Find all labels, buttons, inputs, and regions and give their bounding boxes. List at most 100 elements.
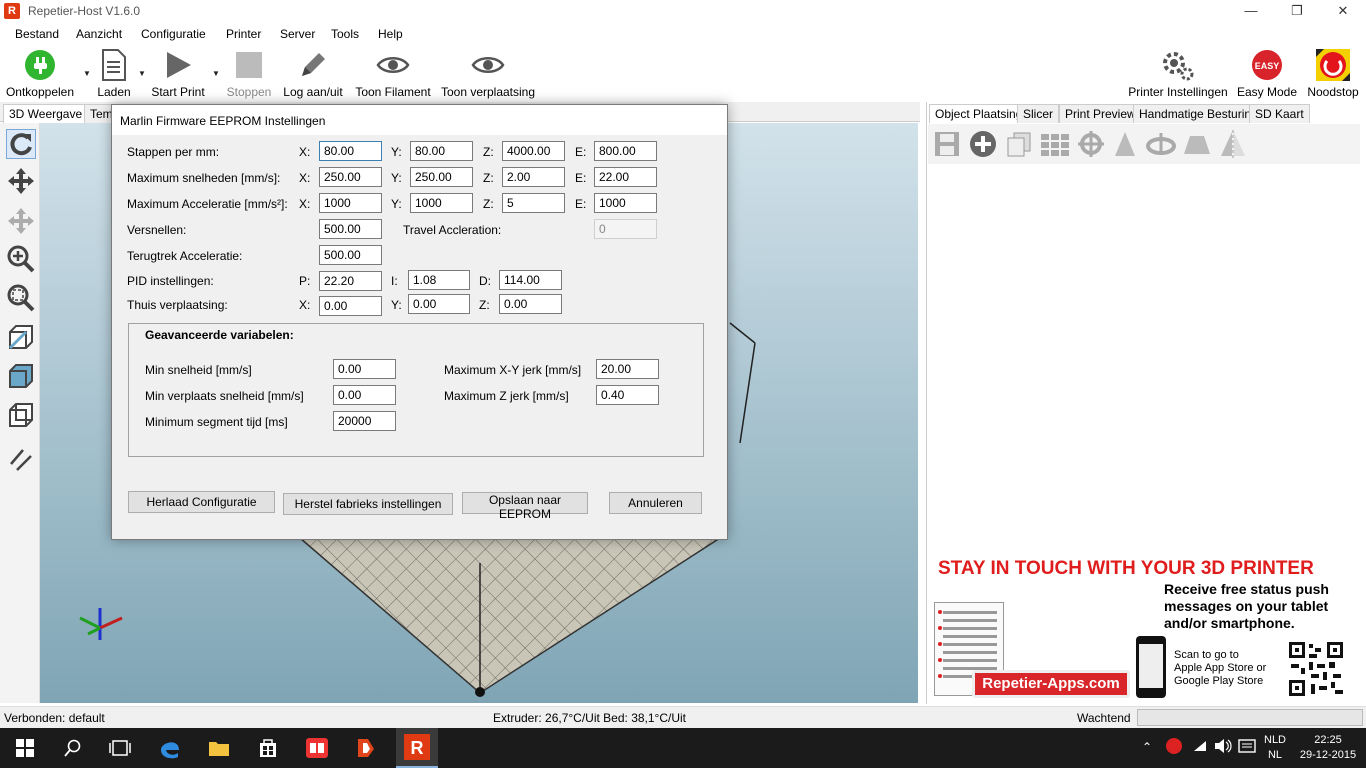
acceleration-input[interactable] bbox=[319, 219, 382, 239]
front-view-icon[interactable] bbox=[6, 322, 36, 352]
tab-manual-control[interactable]: Handmatige Besturing bbox=[1133, 104, 1264, 123]
language-indicator[interactable]: NLD NL bbox=[1264, 733, 1286, 763]
file-explorer-icon[interactable] bbox=[206, 736, 232, 760]
minimize-button[interactable]: — bbox=[1228, 0, 1274, 23]
max-speed-e-input[interactable] bbox=[594, 167, 657, 187]
search-icon[interactable] bbox=[60, 736, 86, 760]
max-acceleration-label: Maximum Acceleratie [mm/s²]: bbox=[127, 197, 288, 211]
log-toggle-button[interactable]: Log aan/uit bbox=[281, 49, 345, 99]
cancel-button[interactable]: Annuleren bbox=[609, 492, 702, 514]
max-acc-e-input[interactable] bbox=[594, 193, 657, 213]
stop-button[interactable]: Stoppen bbox=[226, 49, 272, 99]
start-dropdown-icon[interactable]: ▼ bbox=[212, 69, 220, 78]
printer-settings-button[interactable]: Printer Instellingen bbox=[1127, 49, 1229, 99]
scale-icon[interactable] bbox=[1110, 130, 1140, 158]
start-print-button[interactable]: Start Print bbox=[150, 49, 206, 99]
tab-sd-card[interactable]: SD Kaart bbox=[1249, 104, 1310, 123]
arrange-icon[interactable] bbox=[1040, 130, 1070, 158]
volume-icon[interactable] bbox=[1214, 739, 1232, 756]
menu-file[interactable]: Bestand bbox=[15, 27, 59, 41]
home-z-input[interactable] bbox=[499, 294, 562, 314]
max-acc-z-input[interactable] bbox=[502, 193, 565, 213]
axis-gizmo-icon bbox=[79, 608, 123, 640]
retract-acceleration-label: Terugtrek Acceleratie: bbox=[127, 249, 243, 263]
factory-reset-button[interactable]: Herstel fabrieks instellingen bbox=[283, 493, 453, 515]
mirror-icon[interactable] bbox=[1218, 130, 1248, 158]
max-acc-y-input[interactable] bbox=[410, 193, 473, 213]
windows-start-icon[interactable] bbox=[12, 736, 38, 760]
max-xy-jerk-input[interactable] bbox=[596, 359, 659, 379]
side-view-icon[interactable] bbox=[6, 400, 36, 430]
maximize-button[interactable]: ❐ bbox=[1274, 0, 1320, 23]
menu-help[interactable]: Help bbox=[378, 27, 403, 41]
load-button[interactable]: Laden bbox=[95, 49, 133, 99]
add-object-icon[interactable] bbox=[968, 130, 998, 158]
zoom-fit-icon[interactable] bbox=[6, 283, 36, 313]
tab-3d-view[interactable]: 3D Weergave bbox=[3, 104, 89, 124]
emergency-stop-button[interactable]: Noodstop bbox=[1304, 49, 1362, 99]
save-eeprom-button[interactable]: Opslaan naar EEPROM bbox=[462, 492, 588, 521]
reader-app-icon[interactable] bbox=[304, 736, 330, 760]
steps-z-input[interactable] bbox=[502, 141, 565, 161]
wifi-icon[interactable] bbox=[1192, 739, 1208, 756]
notifications-icon[interactable] bbox=[1238, 739, 1256, 758]
home-x-input[interactable] bbox=[319, 296, 382, 316]
toolbar: Ontkoppelen ▼ Laden ▼ Start Print ▼ Stop… bbox=[0, 45, 1366, 101]
cut-object-icon[interactable] bbox=[1182, 130, 1212, 158]
disconnect-button[interactable]: Ontkoppelen bbox=[4, 49, 76, 99]
load-dropdown-icon[interactable]: ▼ bbox=[138, 69, 146, 78]
easy-mode-button[interactable]: EASY Easy Mode bbox=[1236, 49, 1298, 99]
save-icon[interactable] bbox=[932, 130, 962, 158]
max-speed-x-input[interactable] bbox=[319, 167, 382, 187]
steps-y-input[interactable] bbox=[410, 141, 473, 161]
parallel-view-icon[interactable] bbox=[6, 445, 36, 475]
pid-p-input[interactable] bbox=[319, 271, 382, 291]
repetier-host-taskbar-icon[interactable]: R bbox=[396, 728, 438, 768]
zoom-in-icon[interactable] bbox=[6, 244, 36, 274]
tray-app-icon[interactable] bbox=[1166, 738, 1182, 754]
tray-chevron-icon[interactable]: ⌃ bbox=[1142, 740, 1152, 754]
menu-tools[interactable]: Tools bbox=[331, 27, 359, 41]
min-segment-input[interactable] bbox=[333, 411, 396, 431]
menu-config[interactable]: Configuratie bbox=[141, 27, 206, 41]
connect-dropdown-icon[interactable]: ▼ bbox=[83, 69, 91, 78]
min-speed-input[interactable] bbox=[333, 359, 396, 379]
top-view-icon[interactable] bbox=[6, 361, 36, 391]
menu-server[interactable]: Server bbox=[280, 27, 315, 41]
move-icon[interactable] bbox=[6, 166, 36, 196]
edge-browser-icon[interactable] bbox=[157, 736, 183, 760]
max-speed-z-input[interactable] bbox=[502, 167, 565, 187]
menu-view[interactable]: Aanzicht bbox=[76, 27, 122, 41]
show-filament-button[interactable]: Toon Filament bbox=[354, 49, 432, 99]
reload-config-button[interactable]: Herlaad Configuratie bbox=[128, 491, 275, 513]
menu-printer[interactable]: Printer bbox=[226, 27, 261, 41]
store-icon[interactable] bbox=[255, 736, 281, 760]
move-object-icon[interactable] bbox=[6, 206, 36, 236]
close-button[interactable]: ✕ bbox=[1320, 0, 1366, 23]
min-travel-speed-label: Min verplaats snelheid [mm/s] bbox=[145, 389, 304, 403]
repetier-apps-ad[interactable]: STAY IN TOUCH WITH YOUR 3D PRINTER Repet… bbox=[930, 552, 1362, 702]
task-view-icon[interactable] bbox=[107, 736, 133, 760]
max-acc-x-input[interactable] bbox=[319, 193, 382, 213]
rotate-object-icon[interactable] bbox=[1146, 130, 1176, 158]
min-travel-speed-input[interactable] bbox=[333, 385, 396, 405]
tab-object-placement[interactable]: Object Plaatsing bbox=[929, 104, 1029, 123]
show-travel-button[interactable]: Toon verplaatsing bbox=[440, 49, 536, 99]
pid-d-input[interactable] bbox=[499, 270, 562, 290]
tab-print-preview[interactable]: Print Preview bbox=[1059, 104, 1142, 123]
steps-x-input[interactable] bbox=[319, 141, 382, 161]
retract-acceleration-input[interactable] bbox=[319, 245, 382, 265]
max-speed-y-input[interactable] bbox=[410, 167, 473, 187]
rotate-icon[interactable] bbox=[6, 129, 36, 159]
max-z-jerk-input[interactable] bbox=[596, 385, 659, 405]
home-y-input[interactable] bbox=[408, 294, 470, 314]
center-object-icon[interactable] bbox=[1076, 130, 1106, 158]
steps-e-input[interactable] bbox=[594, 141, 657, 161]
clock[interactable]: 22:25 29-12-2015 bbox=[1296, 733, 1360, 763]
slicer-app-icon[interactable] bbox=[353, 736, 379, 760]
tab-slicer[interactable]: Slicer bbox=[1017, 104, 1060, 123]
pid-i-input[interactable] bbox=[408, 270, 470, 290]
copy-icon[interactable] bbox=[1004, 130, 1034, 158]
plug-icon bbox=[4, 49, 76, 81]
view-tools bbox=[0, 123, 40, 703]
